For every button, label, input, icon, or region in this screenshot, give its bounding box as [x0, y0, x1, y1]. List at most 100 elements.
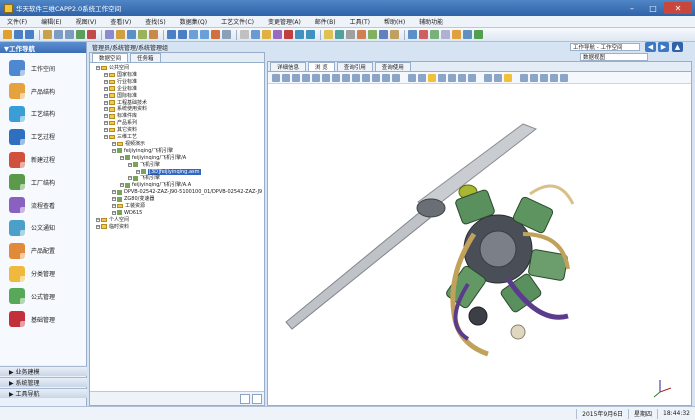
pan-icon[interactable]	[428, 73, 436, 82]
nav-item-classification[interactable]: 分类管理	[0, 262, 86, 285]
checkout-icon[interactable]	[200, 30, 209, 39]
nav-item-workspace[interactable]: 工作空间	[0, 57, 86, 80]
tree-node[interactable]: − 公共空间	[96, 65, 129, 71]
explode-icon[interactable]	[468, 73, 476, 82]
expand-toggle-icon[interactable]: −	[104, 106, 108, 112]
tree-node[interactable]: − 视频演示	[112, 141, 145, 147]
tree-node[interactable]: − 系统使用资料	[104, 106, 147, 112]
tree-node[interactable]: − 国际标准	[104, 93, 137, 99]
remove-icon[interactable]	[284, 30, 293, 39]
expand-toggle-icon[interactable]: −	[104, 120, 108, 126]
close-button[interactable]: ✕	[664, 2, 692, 14]
tree-icon[interactable]	[408, 73, 416, 82]
measure-icon[interactable]	[392, 73, 400, 82]
nav-section-business-modeling[interactable]: ▶ 业务建模	[0, 366, 87, 376]
checkin-icon[interactable]	[189, 30, 198, 39]
shaded-icon[interactable]	[382, 73, 390, 82]
work-navigation-header[interactable]: ▼工作导航	[0, 42, 86, 53]
menu-help[interactable]: 帮助(H)	[377, 17, 412, 26]
search-icon[interactable]	[105, 30, 114, 39]
nav-item-workflow-view[interactable]: 流程查看	[0, 194, 86, 217]
copy-icon[interactable]	[54, 30, 63, 39]
nav-item-formula-management[interactable]: 公式管理	[0, 285, 86, 308]
history-icon[interactable]	[441, 30, 450, 39]
tree-node[interactable]: − DPVB-02542-ZAZ-J90-5100100_01/DPVB-0254…	[112, 189, 262, 195]
animation-icon[interactable]	[550, 73, 558, 82]
menu-edit[interactable]: 编辑(E)	[34, 17, 68, 26]
expand-toggle-icon[interactable]: −	[96, 65, 100, 70]
back-button[interactable]: ◀	[645, 42, 656, 52]
nav-item-new-process[interactable]: 新建过程	[0, 148, 86, 171]
view-fit-icon[interactable]	[342, 73, 350, 82]
tree-node[interactable]: − ZG80/变速器	[112, 196, 154, 202]
archive-icon[interactable]	[390, 30, 399, 39]
zoom-out-icon[interactable]	[362, 73, 370, 82]
filter-icon[interactable]	[116, 30, 125, 39]
filter-icon[interactable]	[252, 394, 262, 404]
tree-node[interactable]: − feijiyinqing/飞机引擎/A	[120, 155, 186, 161]
tree-node[interactable]: − 工装资源	[112, 203, 145, 209]
nav-item-factory-structure[interactable]: 工厂结构	[0, 171, 86, 194]
tab-details[interactable]: 详细信息	[270, 62, 307, 71]
hide-icon[interactable]	[494, 73, 502, 82]
nav-item-process-structure[interactable]: 工艺结构	[0, 103, 86, 126]
tree-node[interactable]: − 飞机引擎	[128, 175, 160, 181]
menu-view[interactable]: 视图(V)	[69, 17, 104, 26]
tab-browse[interactable]: 浏 览	[308, 62, 335, 71]
menu-browse[interactable]: 查看(V)	[103, 17, 138, 26]
search-icon[interactable]	[240, 394, 250, 404]
save-icon[interactable]	[251, 30, 260, 39]
nav-section-tool-navigation[interactable]: ▶ 工具导航	[0, 388, 87, 398]
report-icon[interactable]	[357, 30, 366, 39]
expand-toggle-icon[interactable]: −	[112, 141, 116, 146]
maximize-button[interactable]: □	[643, 2, 663, 14]
cut-icon[interactable]	[240, 30, 249, 39]
nav-item-product-config[interactable]: 产品配置	[0, 239, 86, 262]
link-icon[interactable]	[273, 30, 282, 39]
expand-toggle-icon[interactable]: −	[96, 224, 100, 229]
zoom-in-icon[interactable]	[352, 73, 360, 82]
star-icon[interactable]	[452, 30, 461, 39]
menu-change-management[interactable]: 变更管理(A)	[261, 17, 308, 26]
tree-node[interactable]: − feijiyinqing/飞机引擎	[112, 148, 173, 154]
view-select[interactable]: 数据视图	[580, 53, 648, 61]
tree-node[interactable]: − 产品系列	[104, 120, 137, 126]
expand-toggle-icon[interactable]: −	[96, 217, 100, 222]
tree-node[interactable]: − 工程基础技术	[104, 100, 147, 106]
expand-toggle-icon[interactable]: −	[120, 182, 124, 188]
forward-icon[interactable]	[25, 30, 34, 39]
expand-toggle-icon[interactable]: −	[128, 175, 132, 181]
ok-icon[interactable]	[474, 30, 483, 39]
tab-where-used[interactable]: 查询使用	[374, 62, 411, 71]
select-icon[interactable]	[418, 73, 426, 82]
expand-toggle-icon[interactable]: −	[104, 72, 108, 77]
delete-icon[interactable]	[87, 30, 96, 39]
view-top-icon[interactable]	[292, 73, 300, 82]
tree-node[interactable]: − 企业标准	[104, 86, 137, 92]
menu-accessibility[interactable]: 辅助功能	[412, 17, 450, 26]
tree-node[interactable]: − 飞机引擎	[128, 162, 160, 168]
tree-node[interactable]: − [3D]feijiyinqing.asm	[136, 168, 201, 175]
annotation-icon[interactable]	[484, 73, 492, 82]
down-arrow-icon[interactable]	[306, 30, 315, 39]
nav-section-system-management[interactable]: ▶ 系统管理	[0, 377, 87, 387]
expand-toggle-icon[interactable]: −	[112, 148, 116, 153]
expand-toggle-icon[interactable]: −	[104, 93, 108, 98]
expand-toggle-icon[interactable]: −	[112, 196, 116, 202]
tree-node[interactable]: − feijiyinqing/飞机引擎/A.A	[120, 182, 191, 188]
up-arrow-icon[interactable]	[295, 30, 304, 39]
expand-toggle-icon[interactable]: −	[104, 134, 108, 139]
section-icon[interactable]	[458, 73, 466, 82]
lock-icon[interactable]	[419, 30, 428, 39]
3d-model-canvas[interactable]	[268, 84, 691, 405]
view-bottom-icon[interactable]	[302, 73, 310, 82]
paste-icon[interactable]	[65, 30, 74, 39]
tree-node[interactable]: − 行业标准	[104, 79, 137, 85]
nav-item-basic-management[interactable]: 基础管理	[0, 308, 86, 331]
user-icon[interactable]	[408, 30, 417, 39]
tree-node[interactable]: − 三维工艺	[104, 134, 137, 140]
snapshot-icon[interactable]	[560, 73, 568, 82]
show-all-icon[interactable]	[504, 73, 512, 82]
nav-item-product-structure[interactable]: 产品结构	[0, 80, 86, 103]
view-iso-icon[interactable]	[332, 73, 340, 82]
